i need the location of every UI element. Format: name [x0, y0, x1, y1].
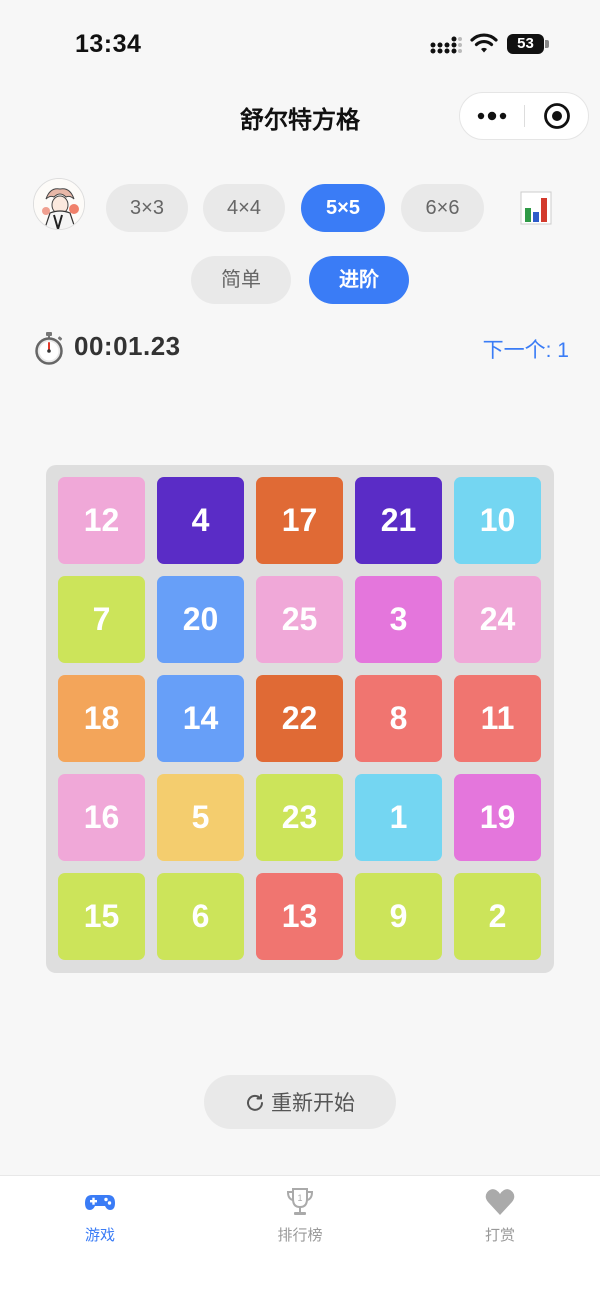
heart-icon: [485, 1189, 515, 1215]
more-dots-icon: [477, 111, 507, 121]
size-option-6x6[interactable]: 6×6: [401, 184, 484, 232]
refresh-icon: [247, 1094, 263, 1111]
gamepad-icon: [85, 1195, 115, 1210]
difficulty-easy[interactable]: 简单: [191, 256, 291, 304]
size-option-4x4[interactable]: 4×4: [203, 184, 285, 232]
grid-tile[interactable]: 2: [454, 873, 541, 960]
wifi-icon: [470, 33, 498, 53]
tab-label: 排行榜: [277, 1227, 323, 1244]
size-option-3x3[interactable]: 3×3: [106, 184, 188, 232]
grid-tile[interactable]: 12: [58, 477, 145, 564]
stopwatch-icon: [35, 332, 63, 365]
tab-label: 游戏: [84, 1227, 115, 1244]
grid-tile[interactable]: 7: [58, 576, 145, 663]
grid-tile[interactable]: 18: [58, 675, 145, 762]
status-bar: 13:34 53: [0, 0, 600, 88]
grid-tile[interactable]: 6: [157, 873, 244, 960]
restart-button[interactable]: 重新开始: [204, 1075, 396, 1129]
grid-tile[interactable]: 24: [454, 576, 541, 663]
grid-tile[interactable]: 4: [157, 477, 244, 564]
signal-icon: [430, 36, 462, 54]
grid-tile[interactable]: 22: [256, 675, 343, 762]
tab-bar: 游戏 1 排行榜 打赏: [0, 1175, 600, 1300]
grid-tile[interactable]: 14: [157, 675, 244, 762]
grid-tile[interactable]: 10: [454, 477, 541, 564]
schulte-grid: 12 4 17 21 10 7 20 25 3 24 18 14 22 8 11 16 5 23 1 19 15 6 13 9…: [46, 465, 554, 973]
trophy-icon: 1: [286, 1188, 314, 1215]
grid-tile[interactable]: 19: [454, 774, 541, 861]
tab-game[interactable]: 游戏: [0, 1176, 200, 1256]
battery-level: 53: [517, 35, 534, 52]
status-time: 13:34: [75, 30, 142, 58]
bar-chart-icon[interactable]: [520, 190, 552, 226]
next-number-label: 下一个: 1: [482, 339, 569, 362]
avatar[interactable]: [33, 178, 85, 230]
target-close-icon: [544, 103, 570, 129]
grid-tile[interactable]: 25: [256, 576, 343, 663]
timer-value: 00:01.23: [74, 331, 181, 361]
svg-text:1: 1: [297, 1193, 302, 1203]
grid-tile[interactable]: 3: [355, 576, 442, 663]
tab-label: 打赏: [484, 1227, 515, 1244]
grid-tile[interactable]: 11: [454, 675, 541, 762]
difficulty-advanced[interactable]: 进阶: [309, 256, 409, 304]
restart-label: 重新开始: [271, 1092, 355, 1115]
grid-tile[interactable]: 16: [58, 774, 145, 861]
grid-tile[interactable]: 17: [256, 477, 343, 564]
grid-tile[interactable]: 8: [355, 675, 442, 762]
grid-tile[interactable]: 13: [256, 873, 343, 960]
tab-donate[interactable]: 打赏: [400, 1176, 600, 1256]
close-button[interactable]: [525, 93, 589, 139]
more-button[interactable]: [460, 93, 524, 139]
battery-icon: 53: [507, 34, 549, 54]
grid-tile[interactable]: 21: [355, 477, 442, 564]
grid-tile[interactable]: 1: [355, 774, 442, 861]
battery-cap: [545, 40, 549, 48]
grid-tile[interactable]: 23: [256, 774, 343, 861]
grid-tile[interactable]: 5: [157, 774, 244, 861]
grid-tile[interactable]: 9: [355, 873, 442, 960]
mini-program-capsule: [459, 92, 589, 140]
grid-tile[interactable]: 20: [157, 576, 244, 663]
size-option-5x5[interactable]: 5×5: [301, 184, 385, 232]
grid-tile[interactable]: 15: [58, 873, 145, 960]
avatar-image: [34, 179, 84, 229]
tab-leaderboard[interactable]: 1 排行榜: [200, 1176, 400, 1256]
